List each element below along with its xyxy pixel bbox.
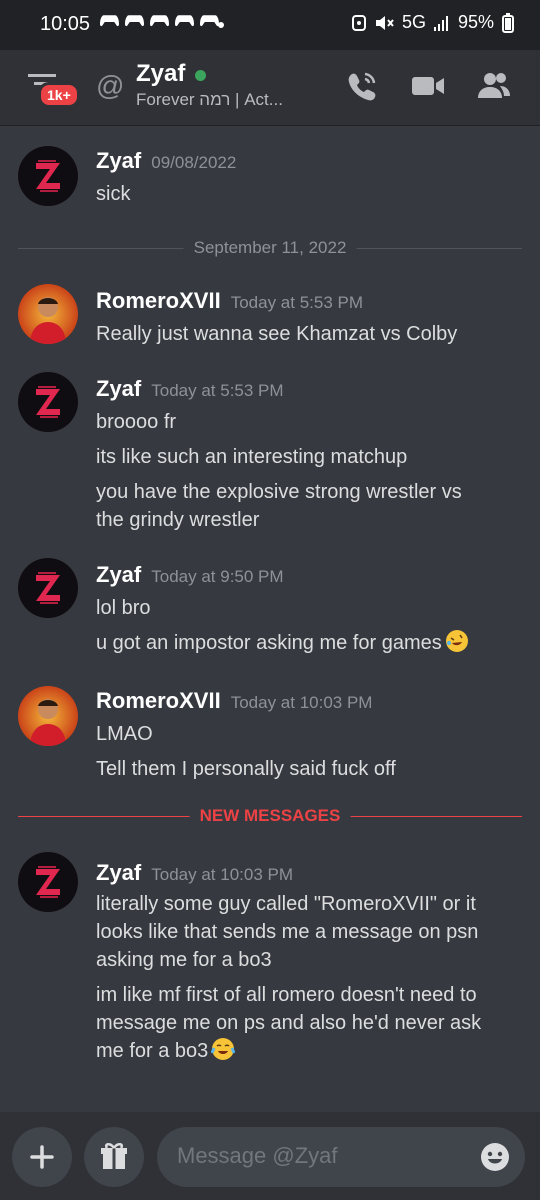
- message-text: me for a bo3: [96, 1040, 209, 1062]
- joy-emoji-icon: [211, 1038, 236, 1060]
- message-text: lol bro: [96, 597, 151, 619]
- custom-status[interactable]: Forever רמה | Act...: [136, 90, 283, 110]
- controller-icon: [175, 15, 194, 27]
- gift-icon: [101, 1143, 127, 1169]
- author-name[interactable]: Zyaf: [96, 562, 141, 587]
- message-timestamp: 09/08/2022: [151, 153, 237, 172]
- message-author[interactable]: RomeroXVII Today at 5:53 PM: [96, 288, 363, 314]
- notification-icons: [100, 12, 219, 30]
- controller-icon: [125, 15, 144, 27]
- avatar[interactable]: [18, 558, 78, 618]
- controller-icon: [100, 15, 119, 27]
- message-author[interactable]: RomeroXVII Today at 10:03 PM: [96, 688, 372, 714]
- network-label: 5G: [401, 12, 426, 32]
- avatar[interactable]: [18, 284, 78, 344]
- message-text-line: me for a bo3: [96, 1037, 516, 1065]
- message-text: sick: [96, 183, 131, 205]
- status-right: 5G 95%: [351, 12, 514, 33]
- author-name[interactable]: RomeroXVII: [96, 288, 221, 313]
- message-text: its like such an interesting matchup: [96, 446, 408, 468]
- mute-icon: [375, 15, 394, 30]
- message-text: u got an impostor asking me for games: [96, 632, 442, 654]
- message-text: LMAO: [96, 723, 153, 745]
- more-notifications-dot: [218, 22, 224, 28]
- message-text: message me on ps and also he'd never ask: [96, 1012, 482, 1034]
- battery-icon: [502, 12, 514, 33]
- new-messages-label: NEW MESSAGES: [189, 806, 351, 826]
- channel-title[interactable]: Zyaf: [136, 60, 185, 88]
- message-text-line: u got an impostor asking me for games: [96, 629, 516, 657]
- message-text: literally some guy called "RomeroXVII" o…: [96, 893, 476, 915]
- message-text: asking me for a bo3: [96, 949, 272, 971]
- gift-button[interactable]: [84, 1127, 144, 1187]
- message-input-placeholder: Message @Zyaf: [177, 1143, 338, 1168]
- channel-header: 1k+ @ Zyaf Forever רמה | Act...: [0, 50, 540, 126]
- message-timestamp: Today at 5:53 PM: [230, 293, 364, 312]
- alarm-icon: [351, 14, 366, 31]
- plus-icon: [30, 1145, 54, 1169]
- message-input[interactable]: Message @Zyaf: [157, 1127, 525, 1187]
- author-name[interactable]: Zyaf: [96, 376, 141, 401]
- message-author[interactable]: Zyaf Today at 9:50 PM: [96, 562, 284, 588]
- message-text: Tell them I personally said fuck off: [96, 758, 396, 780]
- avatar[interactable]: [18, 146, 78, 206]
- new-messages-divider: NEW MESSAGES: [18, 806, 522, 826]
- romero-avatar-image: [18, 686, 78, 746]
- unread-badge: 1k+: [38, 82, 80, 108]
- message-text: Really just wanna see Khamzat vs Colby: [96, 323, 458, 345]
- zyaf-logo-icon: [36, 572, 60, 604]
- message-text: you have the explosive strong wrestler v…: [96, 481, 462, 503]
- status-bar: 10:05 5G 95%: [0, 0, 540, 50]
- rofl-emoji-icon: [445, 630, 468, 652]
- signal-icon: [433, 15, 448, 31]
- romero-avatar-image: [18, 284, 78, 344]
- battery-level: 95%: [457, 12, 494, 32]
- message-text: looks like that sends me a message on ps…: [96, 921, 479, 943]
- message-text: the grindy wrestler: [96, 509, 260, 531]
- voice-call-icon[interactable]: [344, 68, 380, 104]
- at-icon: @: [96, 70, 125, 101]
- author-name[interactable]: RomeroXVII: [96, 688, 221, 713]
- message-author[interactable]: Zyaf Today at 10:03 PM: [96, 860, 293, 886]
- online-status-indicator: [195, 70, 206, 81]
- controller-icon: [150, 15, 169, 27]
- video-call-icon[interactable]: [410, 68, 446, 104]
- zyaf-logo-icon: [36, 386, 60, 418]
- avatar[interactable]: [18, 372, 78, 432]
- emoji-picker-icon[interactable]: [479, 1141, 511, 1173]
- message-composer: Message @Zyaf: [0, 1112, 540, 1200]
- date-divider-label: September 11, 2022: [183, 238, 357, 258]
- date-divider: September 11, 2022: [18, 238, 522, 258]
- message-timestamp: Today at 5:53 PM: [151, 381, 284, 400]
- message-author[interactable]: Zyaf Today at 5:53 PM: [96, 376, 284, 402]
- author-name[interactable]: Zyaf: [96, 860, 141, 885]
- controller-icon: [200, 15, 219, 27]
- member-list-icon[interactable]: [476, 68, 512, 104]
- message-text: im like mf first of all romero doesn't n…: [96, 984, 477, 1006]
- message-text: broooo fr: [96, 411, 177, 433]
- message-list[interactable]: Zyaf 09/08/2022 sick September 11, 2022 R…: [0, 126, 540, 1112]
- message-timestamp: Today at 10:03 PM: [230, 693, 373, 712]
- avatar[interactable]: [18, 686, 78, 746]
- add-attachment-button[interactable]: [12, 1127, 72, 1187]
- status-time: 10:05: [40, 13, 91, 35]
- zyaf-logo-icon: [36, 866, 60, 898]
- avatar[interactable]: [18, 852, 78, 912]
- message-timestamp: Today at 10:03 PM: [151, 865, 294, 884]
- message-timestamp: Today at 9:50 PM: [151, 567, 284, 586]
- author-name[interactable]: Zyaf: [96, 148, 141, 173]
- message-author[interactable]: Zyaf 09/08/2022: [96, 148, 236, 174]
- zyaf-logo-icon: [36, 160, 60, 192]
